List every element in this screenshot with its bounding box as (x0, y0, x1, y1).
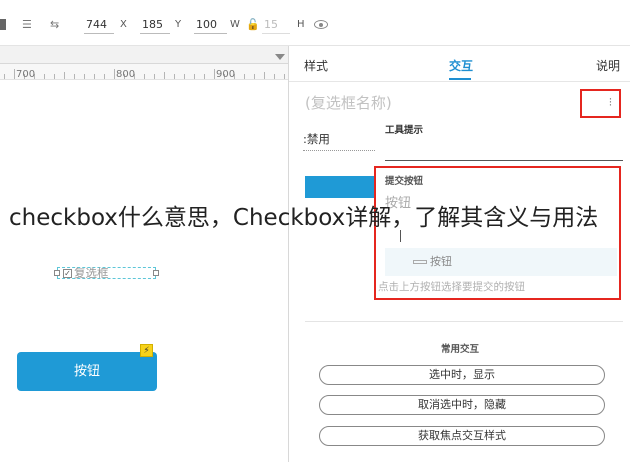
submit-button-title: 提交按钮 (385, 176, 424, 187)
tab-style[interactable]: 样式 (304, 59, 328, 73)
tooltip-label: 工具提示 (385, 125, 424, 136)
y-input[interactable]: 185 (140, 16, 170, 34)
submit-option-label: 按钮 (430, 255, 452, 268)
x-input[interactable]: 744 (84, 16, 114, 34)
checkbox-widget[interactable]: ✓ 复选框 (54, 266, 159, 280)
tab-interaction[interactable]: 交互 (449, 59, 473, 73)
add-interaction-button[interactable] (305, 176, 377, 198)
ruler-mark: 700 (16, 69, 36, 80)
resize-handle[interactable] (54, 270, 60, 276)
checkbox-box[interactable]: ✓ (63, 269, 72, 278)
horizontal-ruler: 700 800 900 (0, 64, 288, 80)
y-label: Y (175, 19, 182, 30)
tab-notes[interactable]: 说明 (596, 59, 620, 73)
canvas-submit-button[interactable]: 按钮 (17, 352, 157, 391)
common-interactions-title: 常用交互 (440, 344, 479, 355)
fill-icon[interactable] (0, 19, 6, 30)
widget-name-input[interactable]: (复选框名称) (305, 93, 392, 113)
tooltip-input[interactable] (385, 160, 623, 161)
lightning-icon: ⚡ (140, 344, 153, 357)
width-label: W (230, 19, 240, 30)
width-input[interactable]: 100 (194, 16, 227, 34)
ruler-dropdown-icon[interactable] (275, 54, 285, 60)
button-shape-icon (413, 260, 427, 264)
ruler-top (0, 46, 288, 64)
article-title: checkbox什么意思，Checkbox详解，了解其含义与用法 (9, 205, 599, 231)
interaction-hide-on-uncheck[interactable]: 取消选中时，隐藏 (319, 395, 605, 415)
x-label: X (120, 19, 127, 30)
checkbox-label: 复选框 (74, 266, 109, 280)
submit-button-option[interactable]: 按钮 (385, 248, 617, 276)
interaction-show-on-check[interactable]: 选中时，显示 (319, 365, 605, 385)
active-tab-indicator (449, 78, 471, 80)
toolbar: ☰ ⇆ 744 X 185 Y 100 W 🔓 15 H (0, 0, 630, 46)
border-icon[interactable]: ☰ (22, 19, 32, 31)
canvas-area[interactable]: 700 800 900 ✓ 复选框 按钮 ⚡ (0, 46, 288, 462)
visibility-eye-icon[interactable] (314, 20, 328, 29)
resize-handle[interactable] (153, 270, 159, 276)
swap-icon[interactable]: ⇆ (50, 19, 59, 31)
sliders-icon: ⫶ (609, 96, 612, 109)
height-input[interactable]: 15 (262, 16, 290, 34)
ruler-mark: 800 (116, 69, 136, 80)
submit-hint-text: 点击上方按钮选择要提交的按钮 (378, 281, 525, 293)
height-label: H (297, 19, 305, 30)
interaction-focus-style[interactable]: 获取焦点交互样式 (319, 426, 605, 446)
lock-icon[interactable]: 🔓 (246, 19, 260, 31)
disabled-toggle-label[interactable]: :禁用 (303, 132, 330, 146)
inspector-panel: 样式 交互 说明 (复选框名称) ⫶ :禁用 工具提示 提交按钮 按钮 按钮 点… (288, 46, 630, 462)
ruler-mark: 900 (216, 69, 236, 80)
